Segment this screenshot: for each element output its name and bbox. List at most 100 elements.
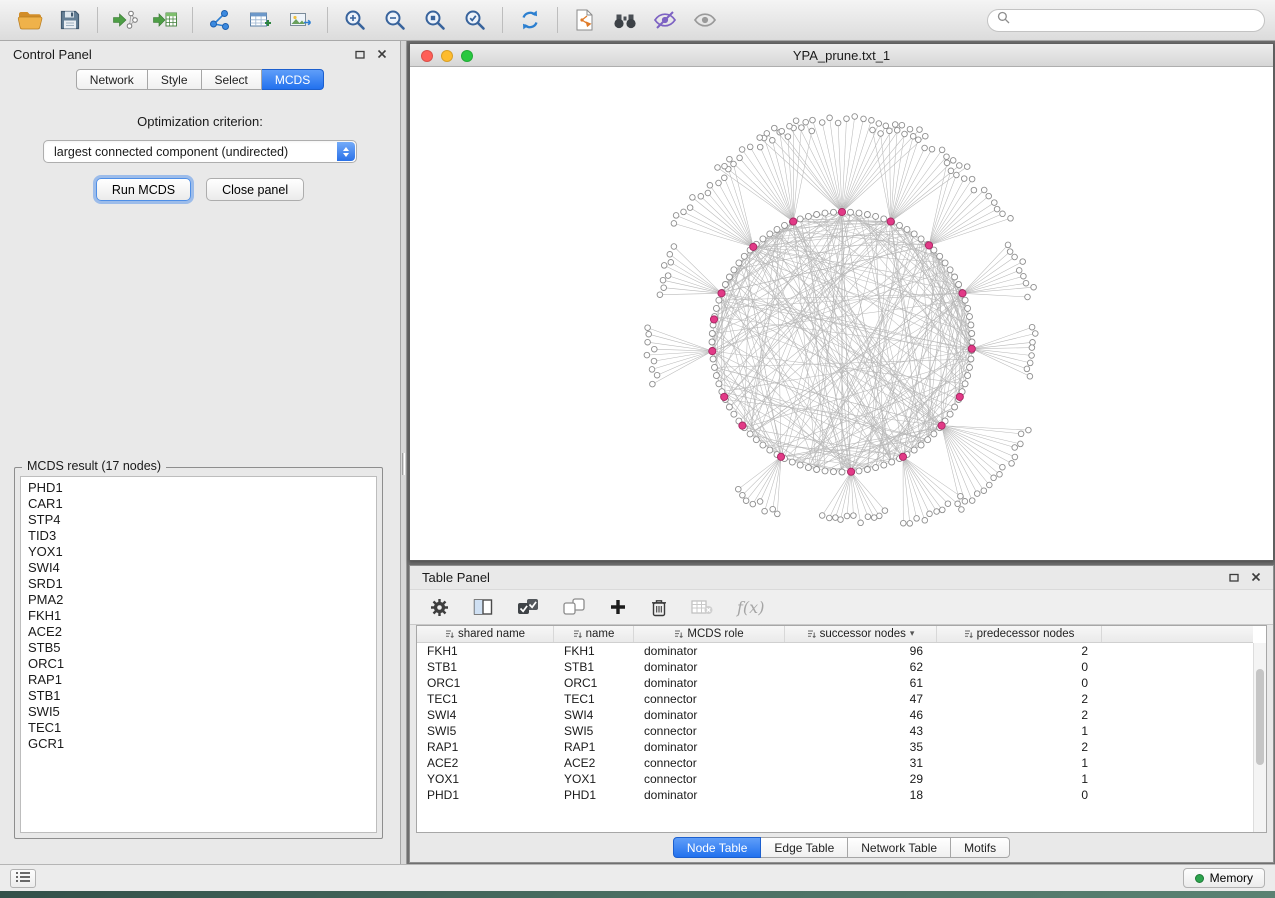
tab-select[interactable]: Select bbox=[202, 69, 262, 90]
new-network-button[interactable] bbox=[200, 3, 240, 37]
table-row-FKH1[interactable]: FKH1FKH1dominator962 bbox=[417, 643, 1253, 659]
eye-icon bbox=[692, 9, 718, 31]
table-row-PHD1[interactable]: PHD1PHD1dominator180 bbox=[417, 787, 1253, 803]
table-row-SWI4[interactable]: SWI4SWI4dominator462 bbox=[417, 707, 1253, 723]
control-panel-title: Control Panel bbox=[13, 47, 92, 62]
table-cell: dominator bbox=[634, 788, 785, 802]
mcds-node-item[interactable]: PMA2 bbox=[28, 592, 369, 608]
save-session-button[interactable] bbox=[50, 3, 90, 37]
zoom-fit-button[interactable] bbox=[415, 3, 455, 37]
task-history-button[interactable] bbox=[10, 869, 36, 888]
zoom-out-button[interactable] bbox=[375, 3, 415, 37]
criterion-select[interactable]: largest connected component (undirected) bbox=[43, 140, 357, 163]
delete-table-button[interactable] bbox=[691, 599, 713, 615]
status-bar: Memory bbox=[0, 864, 1275, 891]
hide-selected-button[interactable] bbox=[645, 3, 685, 37]
close-panel-button[interactable]: Close panel bbox=[206, 178, 304, 201]
column-header-MCDS-role[interactable]: MCDS role bbox=[634, 626, 785, 642]
mcds-node-item[interactable]: SWI5 bbox=[28, 704, 369, 720]
mcds-node-item[interactable]: TID3 bbox=[28, 528, 369, 544]
search-input[interactable] bbox=[1016, 13, 1255, 27]
table-row-STB1[interactable]: STB1STB1dominator620 bbox=[417, 659, 1253, 675]
network-canvas[interactable] bbox=[410, 67, 1273, 560]
export-network-file-button[interactable] bbox=[565, 3, 605, 37]
mcds-node-item[interactable]: FKH1 bbox=[28, 608, 369, 624]
table-tab-node-table[interactable]: Node Table bbox=[673, 837, 762, 858]
table-tab-motifs[interactable]: Motifs bbox=[951, 837, 1010, 858]
table-cell: SWI4 bbox=[417, 708, 554, 722]
table-row-ACE2[interactable]: ACE2ACE2connector311 bbox=[417, 755, 1253, 771]
import-network-icon bbox=[112, 9, 138, 31]
table-cell: PHD1 bbox=[554, 788, 634, 802]
tab-style[interactable]: Style bbox=[148, 69, 202, 90]
network-graph[interactable] bbox=[410, 67, 1273, 559]
refresh-view-button[interactable] bbox=[510, 3, 550, 37]
delete-column-button[interactable] bbox=[651, 598, 667, 617]
table-cell: 18 bbox=[785, 788, 937, 802]
scrollbar-thumb[interactable] bbox=[1256, 669, 1264, 765]
memory-button[interactable]: Memory bbox=[1183, 868, 1265, 888]
table-row-TEC1[interactable]: TEC1TEC1connector472 bbox=[417, 691, 1253, 707]
mcds-node-item[interactable]: SWI4 bbox=[28, 560, 369, 576]
table-cell: 61 bbox=[785, 676, 937, 690]
mcds-node-item[interactable]: SRD1 bbox=[28, 576, 369, 592]
table-tab-network-table[interactable]: Network Table bbox=[848, 837, 951, 858]
close-table-panel-icon[interactable] bbox=[1251, 570, 1261, 585]
column-header-successor-nodes[interactable]: successor nodes▾ bbox=[785, 626, 937, 642]
tab-network[interactable]: Network bbox=[76, 69, 148, 90]
add-column-button[interactable] bbox=[609, 598, 627, 616]
table-cell: dominator bbox=[634, 644, 785, 658]
column-header-predecessor-nodes[interactable]: predecessor nodes bbox=[937, 626, 1102, 642]
table-row-RAP1[interactable]: RAP1RAP1dominator352 bbox=[417, 739, 1253, 755]
table-row-YOX1[interactable]: YOX1YOX1connector291 bbox=[417, 771, 1253, 787]
run-mcds-button[interactable]: Run MCDS bbox=[96, 178, 191, 201]
deselect-all-button[interactable] bbox=[563, 598, 585, 616]
new-table-button[interactable] bbox=[240, 3, 280, 37]
mcds-node-item[interactable]: STB5 bbox=[28, 640, 369, 656]
table-cell: 62 bbox=[785, 660, 937, 674]
mcds-node-item[interactable]: GCR1 bbox=[28, 736, 369, 752]
network-view-window: YPA_prune.txt_1 bbox=[409, 43, 1274, 561]
close-window-light[interactable] bbox=[421, 50, 433, 62]
zoom-in-button[interactable] bbox=[335, 3, 375, 37]
table-cell: 2 bbox=[937, 692, 1102, 706]
mcds-node-item[interactable]: PHD1 bbox=[28, 480, 369, 496]
search-network-button[interactable] bbox=[605, 3, 645, 37]
zoom-selected-button[interactable] bbox=[455, 3, 495, 37]
table-settings-button[interactable] bbox=[430, 598, 449, 617]
mcds-node-item[interactable]: STB1 bbox=[28, 688, 369, 704]
float-panel-icon[interactable] bbox=[355, 47, 365, 62]
column-header-name[interactable]: name bbox=[554, 626, 634, 642]
mcds-node-item[interactable]: ACE2 bbox=[28, 624, 369, 640]
mcds-node-item[interactable]: RAP1 bbox=[28, 672, 369, 688]
open-session-button[interactable] bbox=[10, 3, 50, 37]
search-field[interactable] bbox=[987, 9, 1265, 32]
table-panel: Table Panel f(x) shared namenameMCDS rol… bbox=[409, 565, 1274, 863]
table-cell: 0 bbox=[937, 676, 1102, 690]
table-row-SWI5[interactable]: SWI5SWI5connector431 bbox=[417, 723, 1253, 739]
mcds-node-item[interactable]: TEC1 bbox=[28, 720, 369, 736]
mcds-node-item[interactable]: CAR1 bbox=[28, 496, 369, 512]
close-panel-icon[interactable] bbox=[377, 47, 387, 62]
table-scrollbar[interactable] bbox=[1253, 643, 1266, 832]
export-image-button[interactable] bbox=[280, 3, 320, 37]
mcds-node-item[interactable]: YOX1 bbox=[28, 544, 369, 560]
import-network-button[interactable] bbox=[105, 3, 145, 37]
column-visibility-button[interactable] bbox=[473, 598, 493, 616]
table-cell: TEC1 bbox=[417, 692, 554, 706]
maximize-window-light[interactable] bbox=[461, 50, 473, 62]
table-tab-edge-table[interactable]: Edge Table bbox=[761, 837, 848, 858]
function-builder-button[interactable]: f(x) bbox=[737, 598, 764, 617]
import-table-icon bbox=[152, 9, 178, 31]
float-table-panel-icon[interactable] bbox=[1229, 570, 1239, 585]
tab-mcds[interactable]: MCDS bbox=[262, 69, 324, 90]
import-table-button[interactable] bbox=[145, 3, 185, 37]
minimize-window-light[interactable] bbox=[441, 50, 453, 62]
mcds-node-item[interactable]: ORC1 bbox=[28, 656, 369, 672]
mcds-node-item[interactable]: STP4 bbox=[28, 512, 369, 528]
show-all-button[interactable] bbox=[685, 3, 725, 37]
table-row-ORC1[interactable]: ORC1ORC1dominator610 bbox=[417, 675, 1253, 691]
toolbar-separator bbox=[557, 7, 558, 33]
column-header-shared-name[interactable]: shared name bbox=[417, 626, 554, 642]
select-all-button[interactable] bbox=[517, 598, 539, 616]
